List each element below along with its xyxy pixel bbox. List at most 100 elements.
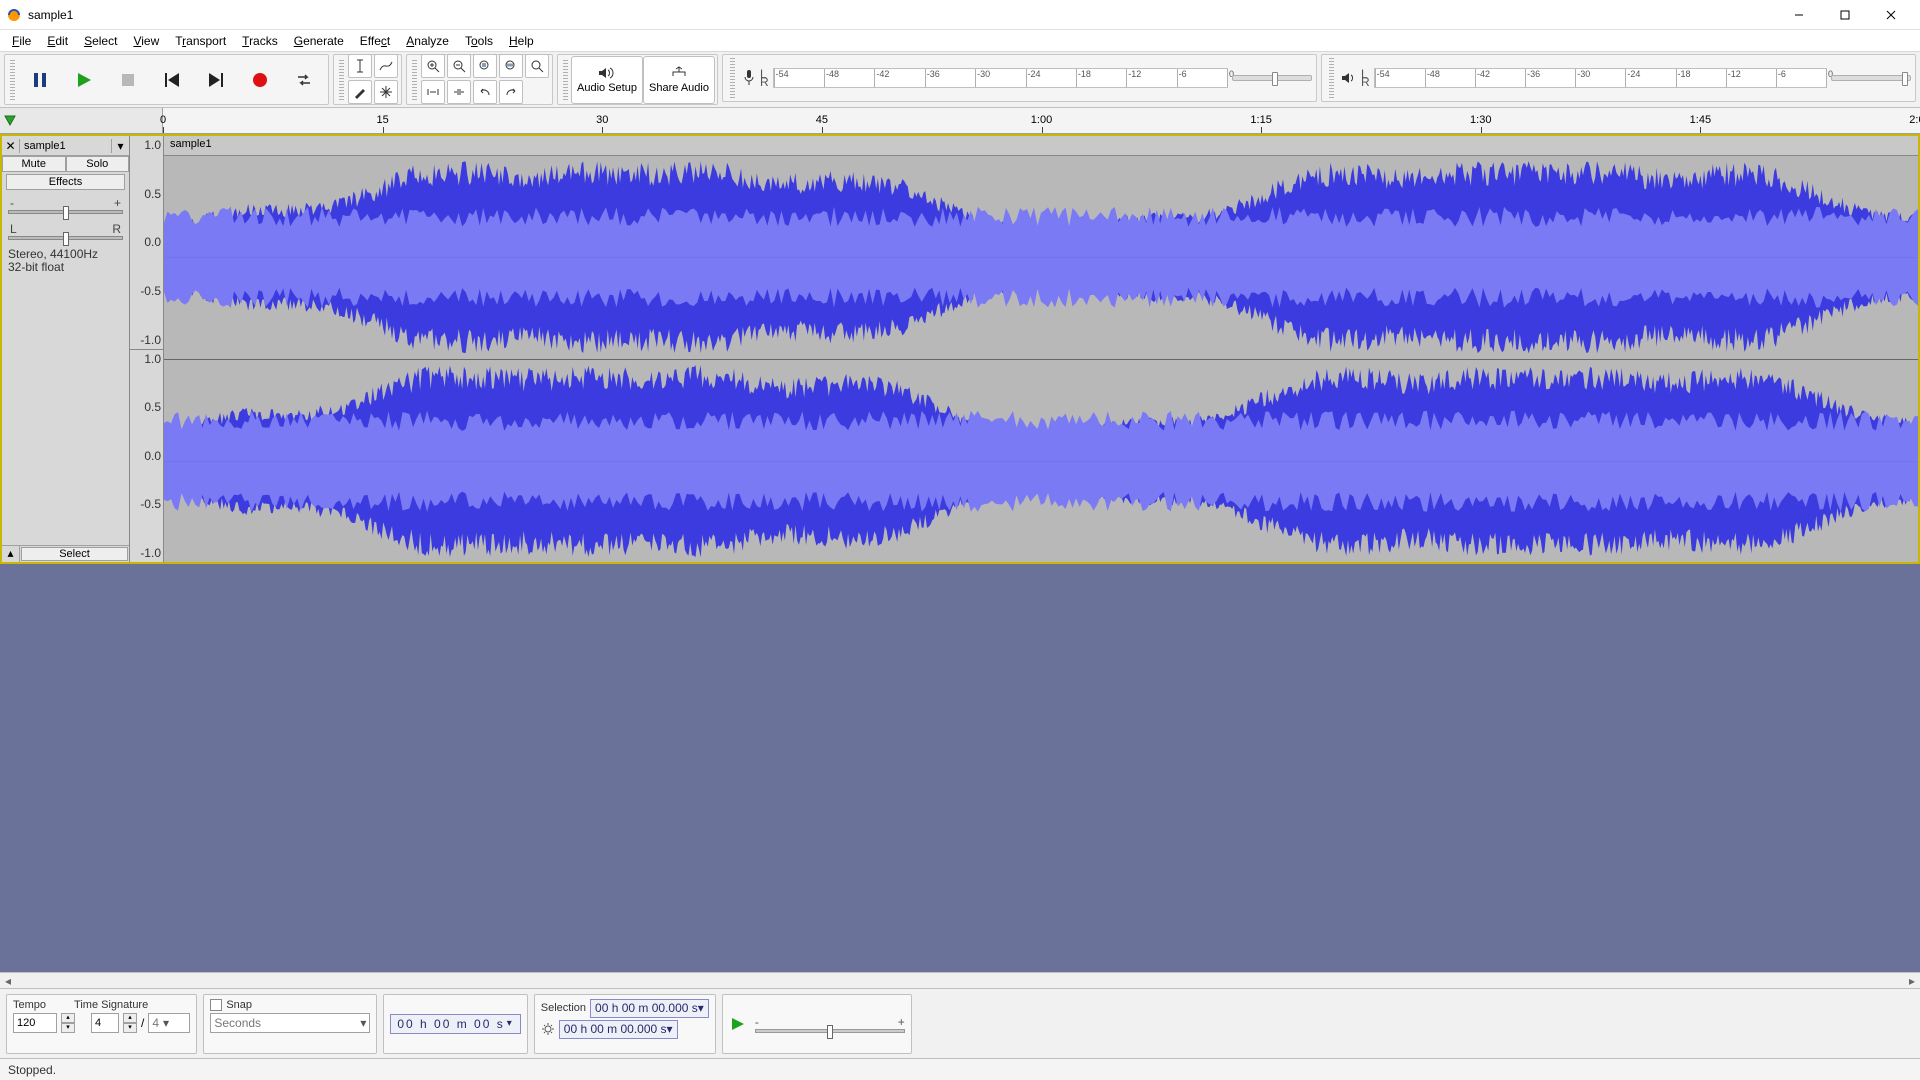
menu-tracks[interactable]: Tracks [234, 32, 286, 50]
menubar: File Edit Select View Transport Tracks G… [0, 30, 1920, 52]
playback-meter[interactable]: -54-48-42-36-30-24-18-12-60 [1374, 68, 1827, 88]
track-name-label: sample1 [20, 140, 111, 152]
pause-button[interactable] [20, 57, 60, 103]
audio-setup-button[interactable]: Audio Setup [571, 56, 643, 104]
position-display[interactable]: 00 h 00 m 00 s▾ [390, 1014, 520, 1034]
pan-slider[interactable]: LR [8, 222, 123, 240]
selection-tool[interactable] [348, 54, 372, 78]
silence-button[interactable] [447, 80, 471, 104]
waveform-right[interactable] [164, 360, 1918, 563]
share-audio-button[interactable]: Share Audio [643, 56, 715, 104]
redo-button[interactable] [499, 80, 523, 104]
playback-volume-slider[interactable] [1831, 75, 1911, 81]
grip-icon[interactable] [563, 60, 568, 100]
grip-icon[interactable] [339, 60, 344, 100]
gain-slider[interactable]: -+ [8, 196, 123, 214]
track-select-button[interactable]: Select [21, 547, 128, 561]
skip-end-button[interactable] [196, 57, 236, 103]
zoom-in-button[interactable] [421, 54, 445, 78]
horizontal-scrollbar[interactable]: ◂ ▸ [0, 972, 1920, 988]
main-area: ✕ sample1 ▾ Mute Solo Effects -+ LR Ster… [0, 134, 1920, 988]
statusbar: Stopped. [0, 1058, 1920, 1080]
tools-group [333, 54, 402, 105]
snap-unit-combo[interactable]: Seconds▾ [210, 1013, 370, 1033]
minimize-button[interactable] [1776, 0, 1822, 30]
gear-icon[interactable] [541, 1022, 555, 1036]
play-at-speed-icon[interactable] [729, 1015, 747, 1033]
tempo-label: Tempo [13, 999, 46, 1011]
menu-tools[interactable]: Tools [457, 32, 501, 50]
timesig-numerator[interactable]: 4 [91, 1013, 119, 1033]
track: ✕ sample1 ▾ Mute Solo Effects -+ LR Ster… [0, 134, 1920, 564]
track-control-panel: ✕ sample1 ▾ Mute Solo Effects -+ LR Ster… [2, 136, 130, 562]
mic-icon[interactable] [742, 69, 756, 87]
menu-file[interactable]: File [4, 32, 39, 50]
setup-group: Audio Setup Share Audio [557, 54, 718, 105]
bottom-toolbar: Tempo Time Signature 120 ▴▾ 4 ▴▾ / 4▾ Sn… [0, 988, 1920, 1058]
menu-effect[interactable]: Effect [352, 32, 398, 50]
empty-track-area[interactable] [0, 564, 1920, 972]
undo-button[interactable] [473, 80, 497, 104]
timesig-denominator[interactable]: 4▾ [148, 1013, 190, 1033]
stop-button[interactable] [108, 57, 148, 103]
zoom-out-button[interactable] [447, 54, 471, 78]
zoom-toggle-button[interactable] [525, 54, 549, 78]
fit-project-button[interactable] [499, 54, 523, 78]
tempo-spinner[interactable]: ▴▾ [61, 1013, 75, 1033]
effects-button[interactable]: Effects [6, 174, 125, 190]
menu-edit[interactable]: Edit [39, 32, 76, 50]
toolbars: Audio Setup Share Audio LR -54-48-42-36-… [0, 52, 1920, 108]
fit-selection-button[interactable] [473, 54, 497, 78]
menu-help[interactable]: Help [501, 32, 542, 50]
scroll-right-icon[interactable]: ▸ [1904, 974, 1920, 988]
snap-checkbox[interactable] [210, 999, 222, 1011]
track-collapse-button[interactable]: ▴ [2, 546, 20, 562]
trim-button[interactable] [421, 80, 445, 104]
loop-button[interactable] [284, 57, 324, 103]
clip-title[interactable]: sample1 [164, 136, 1918, 156]
menu-transport[interactable]: Transport [167, 32, 234, 50]
record-meter[interactable]: -54-48-42-36-30-24-18-12-60 [773, 68, 1228, 88]
tempo-panel: Tempo Time Signature 120 ▴▾ 4 ▴▾ / 4▾ [6, 994, 197, 1054]
menu-view[interactable]: View [125, 32, 167, 50]
play-speed-slider[interactable]: -+ [755, 1015, 905, 1033]
grip-icon[interactable] [412, 60, 417, 100]
record-volume-slider[interactable] [1232, 75, 1312, 81]
titlebar: sample1 [0, 0, 1920, 30]
record-meter-group: LR -54-48-42-36-30-24-18-12-60 [722, 54, 1317, 102]
maximize-button[interactable] [1822, 0, 1868, 30]
play-meter-group: LR -54-48-42-36-30-24-18-12-60 [1321, 54, 1916, 102]
timeline-ruler[interactable]: 01530451:001:151:301:452:00 [162, 108, 1920, 133]
position-panel: 00 h 00 m 00 s▾ [383, 994, 527, 1054]
selection-end[interactable]: 00 h 00 m 00.000 s▾ [559, 1020, 678, 1039]
share-icon [670, 66, 688, 80]
draw-tool[interactable] [348, 80, 372, 104]
record-button[interactable] [240, 57, 280, 103]
grip-icon[interactable] [1329, 58, 1334, 98]
timesig-separator: / [141, 1016, 144, 1030]
play-button[interactable] [64, 57, 104, 103]
skip-start-button[interactable] [152, 57, 192, 103]
waveform-left[interactable] [164, 156, 1918, 360]
scroll-left-icon[interactable]: ◂ [0, 974, 16, 988]
multi-tool[interactable] [374, 80, 398, 104]
menu-select[interactable]: Select [76, 32, 125, 50]
selection-start[interactable]: 00 h 00 m 00.000 s▾ [590, 999, 709, 1018]
playhead-handle[interactable] [0, 108, 20, 133]
menu-generate[interactable]: Generate [286, 32, 352, 50]
selection-label: Selection [541, 1002, 586, 1014]
track-close-button[interactable]: ✕ [2, 139, 20, 153]
solo-button[interactable]: Solo [66, 156, 130, 172]
envelope-tool[interactable] [374, 54, 398, 78]
mute-button[interactable]: Mute [2, 156, 66, 172]
grip-icon[interactable] [10, 60, 15, 100]
timesig-num-spinner[interactable]: ▴▾ [123, 1013, 137, 1033]
track-menu-button[interactable]: ▾ [111, 139, 129, 153]
tempo-input[interactable]: 120 [13, 1013, 57, 1033]
menu-analyze[interactable]: Analyze [398, 32, 457, 50]
app-icon [6, 7, 22, 23]
grip-icon[interactable] [730, 58, 735, 98]
audio-setup-label: Audio Setup [577, 82, 637, 94]
close-button[interactable] [1868, 0, 1914, 30]
speaker-icon[interactable] [1341, 71, 1357, 85]
